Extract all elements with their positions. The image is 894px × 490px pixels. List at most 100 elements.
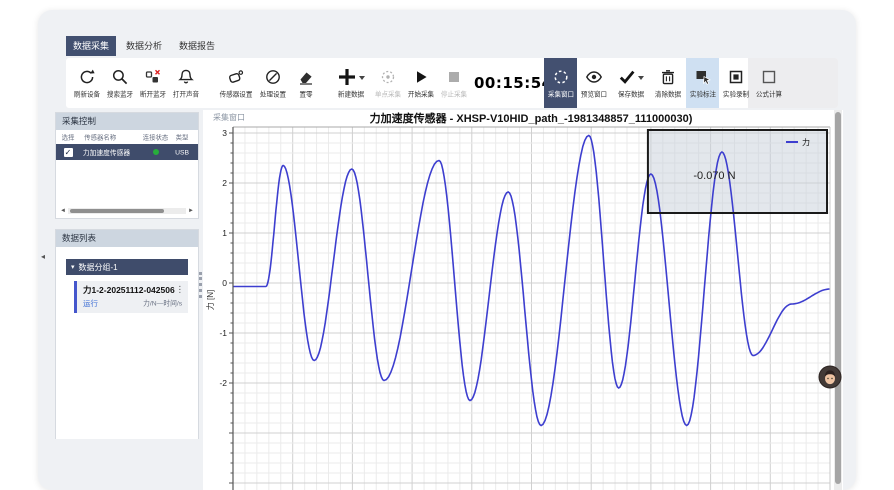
toolbar-group-device: 刷新设备搜索蓝牙断开蓝牙打开声音: [70, 58, 202, 108]
chart-ylabel: 力 [N]: [205, 290, 215, 310]
data-list-item[interactable]: 力1-2-20251112-042506⋮ 运行 力/N—时间/s: [74, 281, 188, 313]
data-list-body: ▾数据分组-1 力1-2-20251112-042506⋮ 运行 力/N—时间/s: [56, 247, 198, 313]
y-tick-label: 0: [222, 278, 227, 288]
collect-window-button[interactable]: 采集窗口: [544, 58, 577, 108]
toolbar-button-label: 清除数据: [654, 89, 680, 98]
start-collect-button[interactable]: 开始采集: [404, 58, 437, 108]
sensor-name: 力加速度传感器: [83, 147, 134, 157]
toolbar-button-label: 保存数据: [617, 89, 643, 98]
compass-icon: [264, 67, 282, 87]
data-list-panel: 数据列表 ▾数据分组-1 力1-2-20251112-042506⋮ 运行 力/N—时…: [55, 229, 199, 439]
toolbar-button-label: 实验录制: [722, 89, 748, 98]
y-tick-label: 1: [222, 228, 227, 238]
tab-data-analysis[interactable]: 数据分析: [119, 36, 169, 56]
stop-icon: [445, 67, 463, 87]
toolbar-button-label: 打开声音: [172, 89, 198, 98]
dataset-axes-label: 力/N—时间/s: [143, 299, 182, 309]
check-icon: [618, 67, 644, 87]
formula-icon: [760, 67, 778, 87]
toolbar-button-label: 停止采集: [440, 89, 466, 98]
annotate-icon: [694, 67, 712, 87]
eye-icon: [585, 67, 603, 87]
chevron-down-icon[interactable]: ▾: [71, 263, 75, 271]
acquisition-chart[interactable]: 3210-1-2 力加速度传感器 - XHSP-V10HID_path_-198…: [203, 110, 843, 490]
toolbar-group-acquisition: 新建数据单点采集开始采集停止采集: [330, 58, 470, 108]
record-icon: [727, 67, 745, 87]
sidebar-collapse-icon[interactable]: ◂: [41, 252, 45, 261]
chart-vertical-scrollbar[interactable]: [834, 110, 842, 490]
column-header: 类型: [176, 132, 195, 141]
toolbar-group-experiment: 实验标注实验录制公式计算: [686, 58, 785, 108]
sensor-table-header: 选择传感器名称连接状态类型: [56, 130, 198, 144]
toolbar-button-label: 置零: [299, 89, 312, 98]
caret-down-icon[interactable]: [638, 76, 644, 80]
scroll-left-icon[interactable]: ◄: [60, 207, 66, 215]
toolbar-button-label: 公式计算: [755, 89, 781, 98]
assistant-avatar[interactable]: [818, 365, 842, 389]
toolbar: 刷新设备搜索蓝牙断开蓝牙打开声音传感器设置处理设置置零新建数据单点采集开始采集停…: [66, 58, 838, 108]
sensor-table: 选择传感器名称连接状态类型 ✓ 力加速度传感器 USB: [56, 130, 198, 160]
annotation-value: -0.070 N: [693, 170, 735, 182]
annotation-box-fill: [648, 130, 827, 213]
open-sound-button[interactable]: 打开声音: [169, 58, 202, 108]
scroll-right-icon[interactable]: ►: [188, 207, 194, 215]
sensor-settings-button[interactable]: 传感器设置: [215, 58, 256, 108]
sensor-row[interactable]: ✓ 力加速度传感器 USB: [56, 144, 198, 160]
save-data-button[interactable]: 保存数据: [610, 58, 651, 108]
caret-down-icon[interactable]: [359, 76, 365, 80]
dataset-status: 运行: [83, 298, 98, 309]
column-header: 连接状态: [140, 132, 171, 141]
trash-icon: [659, 67, 677, 87]
toolbar-button-label: 处理设置: [259, 89, 285, 98]
vscroll-thumb[interactable]: [835, 112, 841, 484]
preview-window-button[interactable]: 预览窗口: [577, 58, 610, 108]
y-tick-label: 3: [222, 128, 227, 138]
acquisition-timer: 00:15:54: [474, 74, 540, 92]
y-tick-label: -1: [219, 328, 227, 338]
kebab-menu-icon[interactable]: ⋮: [176, 284, 185, 296]
connection-status-dot: [153, 149, 159, 155]
sensor-table-hscrollbar[interactable]: ◄ ►: [60, 207, 194, 215]
disconnect-bluetooth-button[interactable]: 断开蓝牙: [136, 58, 169, 108]
data-list-title: 数据列表: [56, 230, 198, 247]
search-bluetooth-button[interactable]: 搜索蓝牙: [103, 58, 136, 108]
toolbar-button-label: 预览窗口: [580, 89, 606, 98]
app-window: ◂ 数据采集数据分析数据报告 刷新设备搜索蓝牙断开蓝牙打开声音传感器设置处理设置…: [38, 10, 856, 490]
sensor-type: USB: [175, 148, 195, 156]
sensor-icon: [227, 67, 245, 87]
experiment-record-button[interactable]: 实验录制: [719, 58, 752, 108]
chart-title: 力加速度传感器 - XHSP-V10HID_path_-1981348857_1…: [370, 111, 693, 125]
process-settings-button[interactable]: 处理设置: [256, 58, 289, 108]
data-group-header[interactable]: ▾数据分组-1: [66, 259, 188, 275]
column-header: 传感器名称: [84, 132, 132, 141]
y-tick-label: -2: [219, 378, 227, 388]
single-collect-button[interactable]: 单点采集: [371, 58, 404, 108]
stop-collect-button[interactable]: 停止采集: [437, 58, 470, 108]
bell-icon: [177, 67, 195, 87]
toolbar-button-label: 新建数据: [337, 89, 363, 98]
hscroll-track[interactable]: [68, 208, 186, 214]
set-zero-button[interactable]: 置零: [289, 58, 322, 108]
refresh-icon: [78, 67, 96, 87]
eraser-icon: [297, 67, 315, 87]
tab-data-report[interactable]: 数据报告: [172, 36, 222, 56]
refresh-device-button[interactable]: 刷新设备: [70, 58, 103, 108]
new-data-button[interactable]: 新建数据: [330, 58, 371, 108]
collect-control-panel: 采集控制 选择传感器名称连接状态类型 ✓ 力加速度传感器 USB ◄ ►: [55, 112, 199, 219]
plus-icon: [337, 67, 365, 87]
experiment-annotate-button[interactable]: 实验标注: [686, 58, 719, 108]
search-icon: [111, 67, 129, 87]
tab-data-collect[interactable]: 数据采集: [66, 36, 116, 56]
point-icon: [379, 67, 397, 87]
dataset-name: 力1-2-20251112-042506: [83, 284, 175, 296]
column-header: 选择: [58, 132, 78, 141]
toolbar-button-label: 采集窗口: [547, 89, 573, 98]
panel-splitter[interactable]: [199, 272, 202, 298]
clear-data-button[interactable]: 清除数据: [651, 58, 684, 108]
formula-calc-button[interactable]: 公式计算: [752, 58, 785, 108]
collect-control-title: 采集控制: [56, 113, 198, 130]
play-icon: [412, 67, 430, 87]
person-face-icon: [818, 365, 842, 389]
hscroll-thumb[interactable]: [70, 209, 164, 213]
sensor-checkbox[interactable]: ✓: [64, 148, 73, 157]
